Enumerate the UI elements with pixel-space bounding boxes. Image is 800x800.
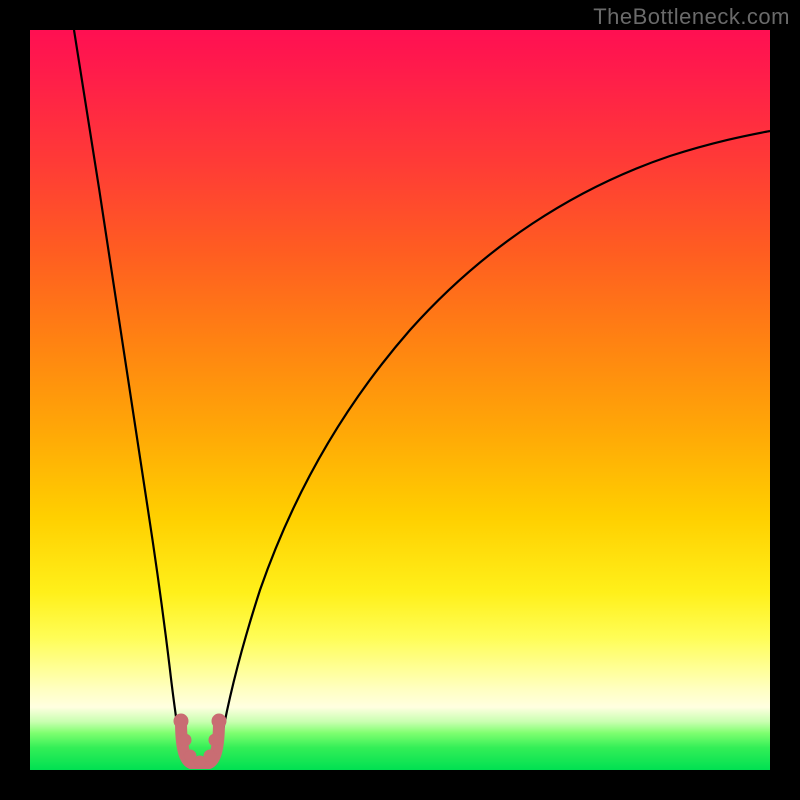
chart-frame: TheBottleneck.com (0, 0, 800, 800)
watermark-text: TheBottleneck.com (593, 4, 790, 30)
curve-layer (30, 30, 770, 770)
plot-area (30, 30, 770, 770)
bottleneck-curve-right (219, 131, 770, 753)
marker-band (174, 714, 226, 768)
bottleneck-curve-left (74, 30, 181, 753)
